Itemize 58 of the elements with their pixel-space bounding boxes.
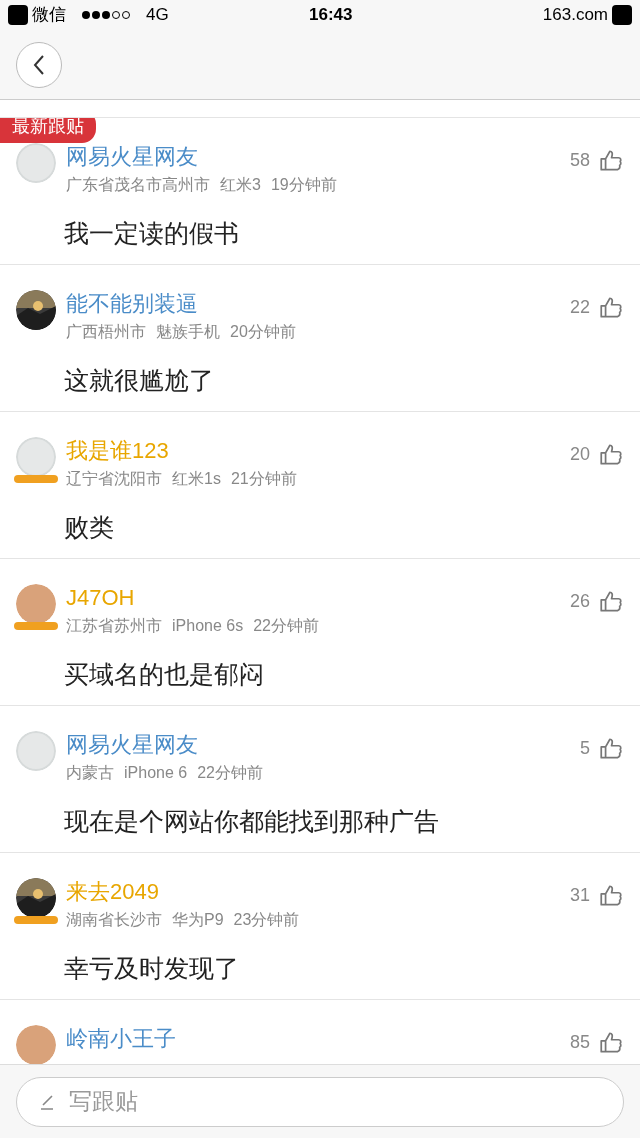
vip-ribbon-icon: [14, 622, 58, 630]
comment-text: 现在是个网站你都能找到那种广告: [64, 806, 440, 837]
location-text: 江苏省苏州市: [66, 616, 162, 636]
comment-text: 败类: [64, 512, 115, 543]
like-count: 26: [569, 590, 590, 613]
device-text: 华为P9: [172, 910, 224, 930]
location-text: 湖南省长沙市: [66, 910, 162, 930]
time-text: 23分钟前: [233, 910, 300, 930]
comment-text: 这就很尴尬了: [64, 365, 215, 396]
vip-ribbon-icon: [14, 475, 58, 483]
username[interactable]: 能不能别装逼: [66, 290, 560, 318]
time-text: 21分钟前: [230, 469, 297, 489]
back-app-label[interactable]: 微信: [32, 2, 66, 28]
clock: 16:43: [308, 4, 354, 27]
comment-text: 我一定读的假书: [64, 218, 240, 249]
back-button[interactable]: [16, 41, 62, 88]
thumbs-up-icon[interactable]: [598, 441, 624, 468]
thumbs-up-icon[interactable]: [598, 294, 624, 321]
location-text: 广东省茂名市高州市: [66, 175, 210, 195]
comment-text: 幸亏及时发现了: [64, 953, 240, 984]
username[interactable]: J47OH: [66, 584, 560, 612]
thumbs-up-icon[interactable]: [598, 588, 624, 615]
username[interactable]: 来去2049: [66, 878, 560, 906]
avatar[interactable]: [16, 878, 56, 918]
pencil-icon: [38, 1092, 56, 1111]
like-count: 5: [580, 737, 590, 760]
like-count: 31: [569, 884, 590, 907]
device-text: 红米1s: [172, 469, 221, 489]
device-text: 魅族手机: [156, 322, 220, 342]
time-text: 20分钟前: [230, 322, 296, 342]
thumbs-up-icon[interactable]: [598, 882, 624, 909]
like-count: 20: [569, 443, 590, 466]
location-text: 内蒙古: [66, 763, 114, 783]
reply-field[interactable]: 写跟贴: [16, 1076, 624, 1127]
vip-ribbon-icon: [14, 916, 58, 924]
thumbs-up-icon[interactable]: [598, 1029, 624, 1056]
time-text: 22分钟前: [197, 763, 263, 783]
like-count: 22: [569, 296, 590, 319]
like-count: 58: [569, 149, 590, 172]
thumbs-up-icon[interactable]: [598, 735, 624, 762]
time-text: 19分钟前: [270, 175, 337, 195]
back-chevron-icon: [32, 53, 46, 76]
username[interactable]: 我是谁123: [66, 437, 560, 465]
avatar[interactable]: [16, 290, 56, 330]
site-label: 163.com: [542, 4, 608, 27]
thumbs-up-icon[interactable]: [598, 147, 624, 174]
device-text: iPhone 6s: [172, 616, 244, 636]
like-count: 85: [569, 1031, 590, 1054]
username[interactable]: 网易火星网友: [66, 143, 560, 171]
username[interactable]: 网易火星网友: [66, 731, 570, 759]
username[interactable]: 岭南小王子: [66, 1025, 560, 1053]
comment-text: 买域名的也是郁闷: [64, 659, 265, 690]
location-text: 广西梧州市: [66, 322, 146, 342]
device-text: 红米3: [220, 175, 261, 195]
location-text: 辽宁省沈阳市: [66, 469, 162, 489]
network-label: 4G: [146, 4, 169, 27]
device-text: iPhone 6: [124, 763, 188, 783]
time-text: 22分钟前: [253, 616, 319, 636]
